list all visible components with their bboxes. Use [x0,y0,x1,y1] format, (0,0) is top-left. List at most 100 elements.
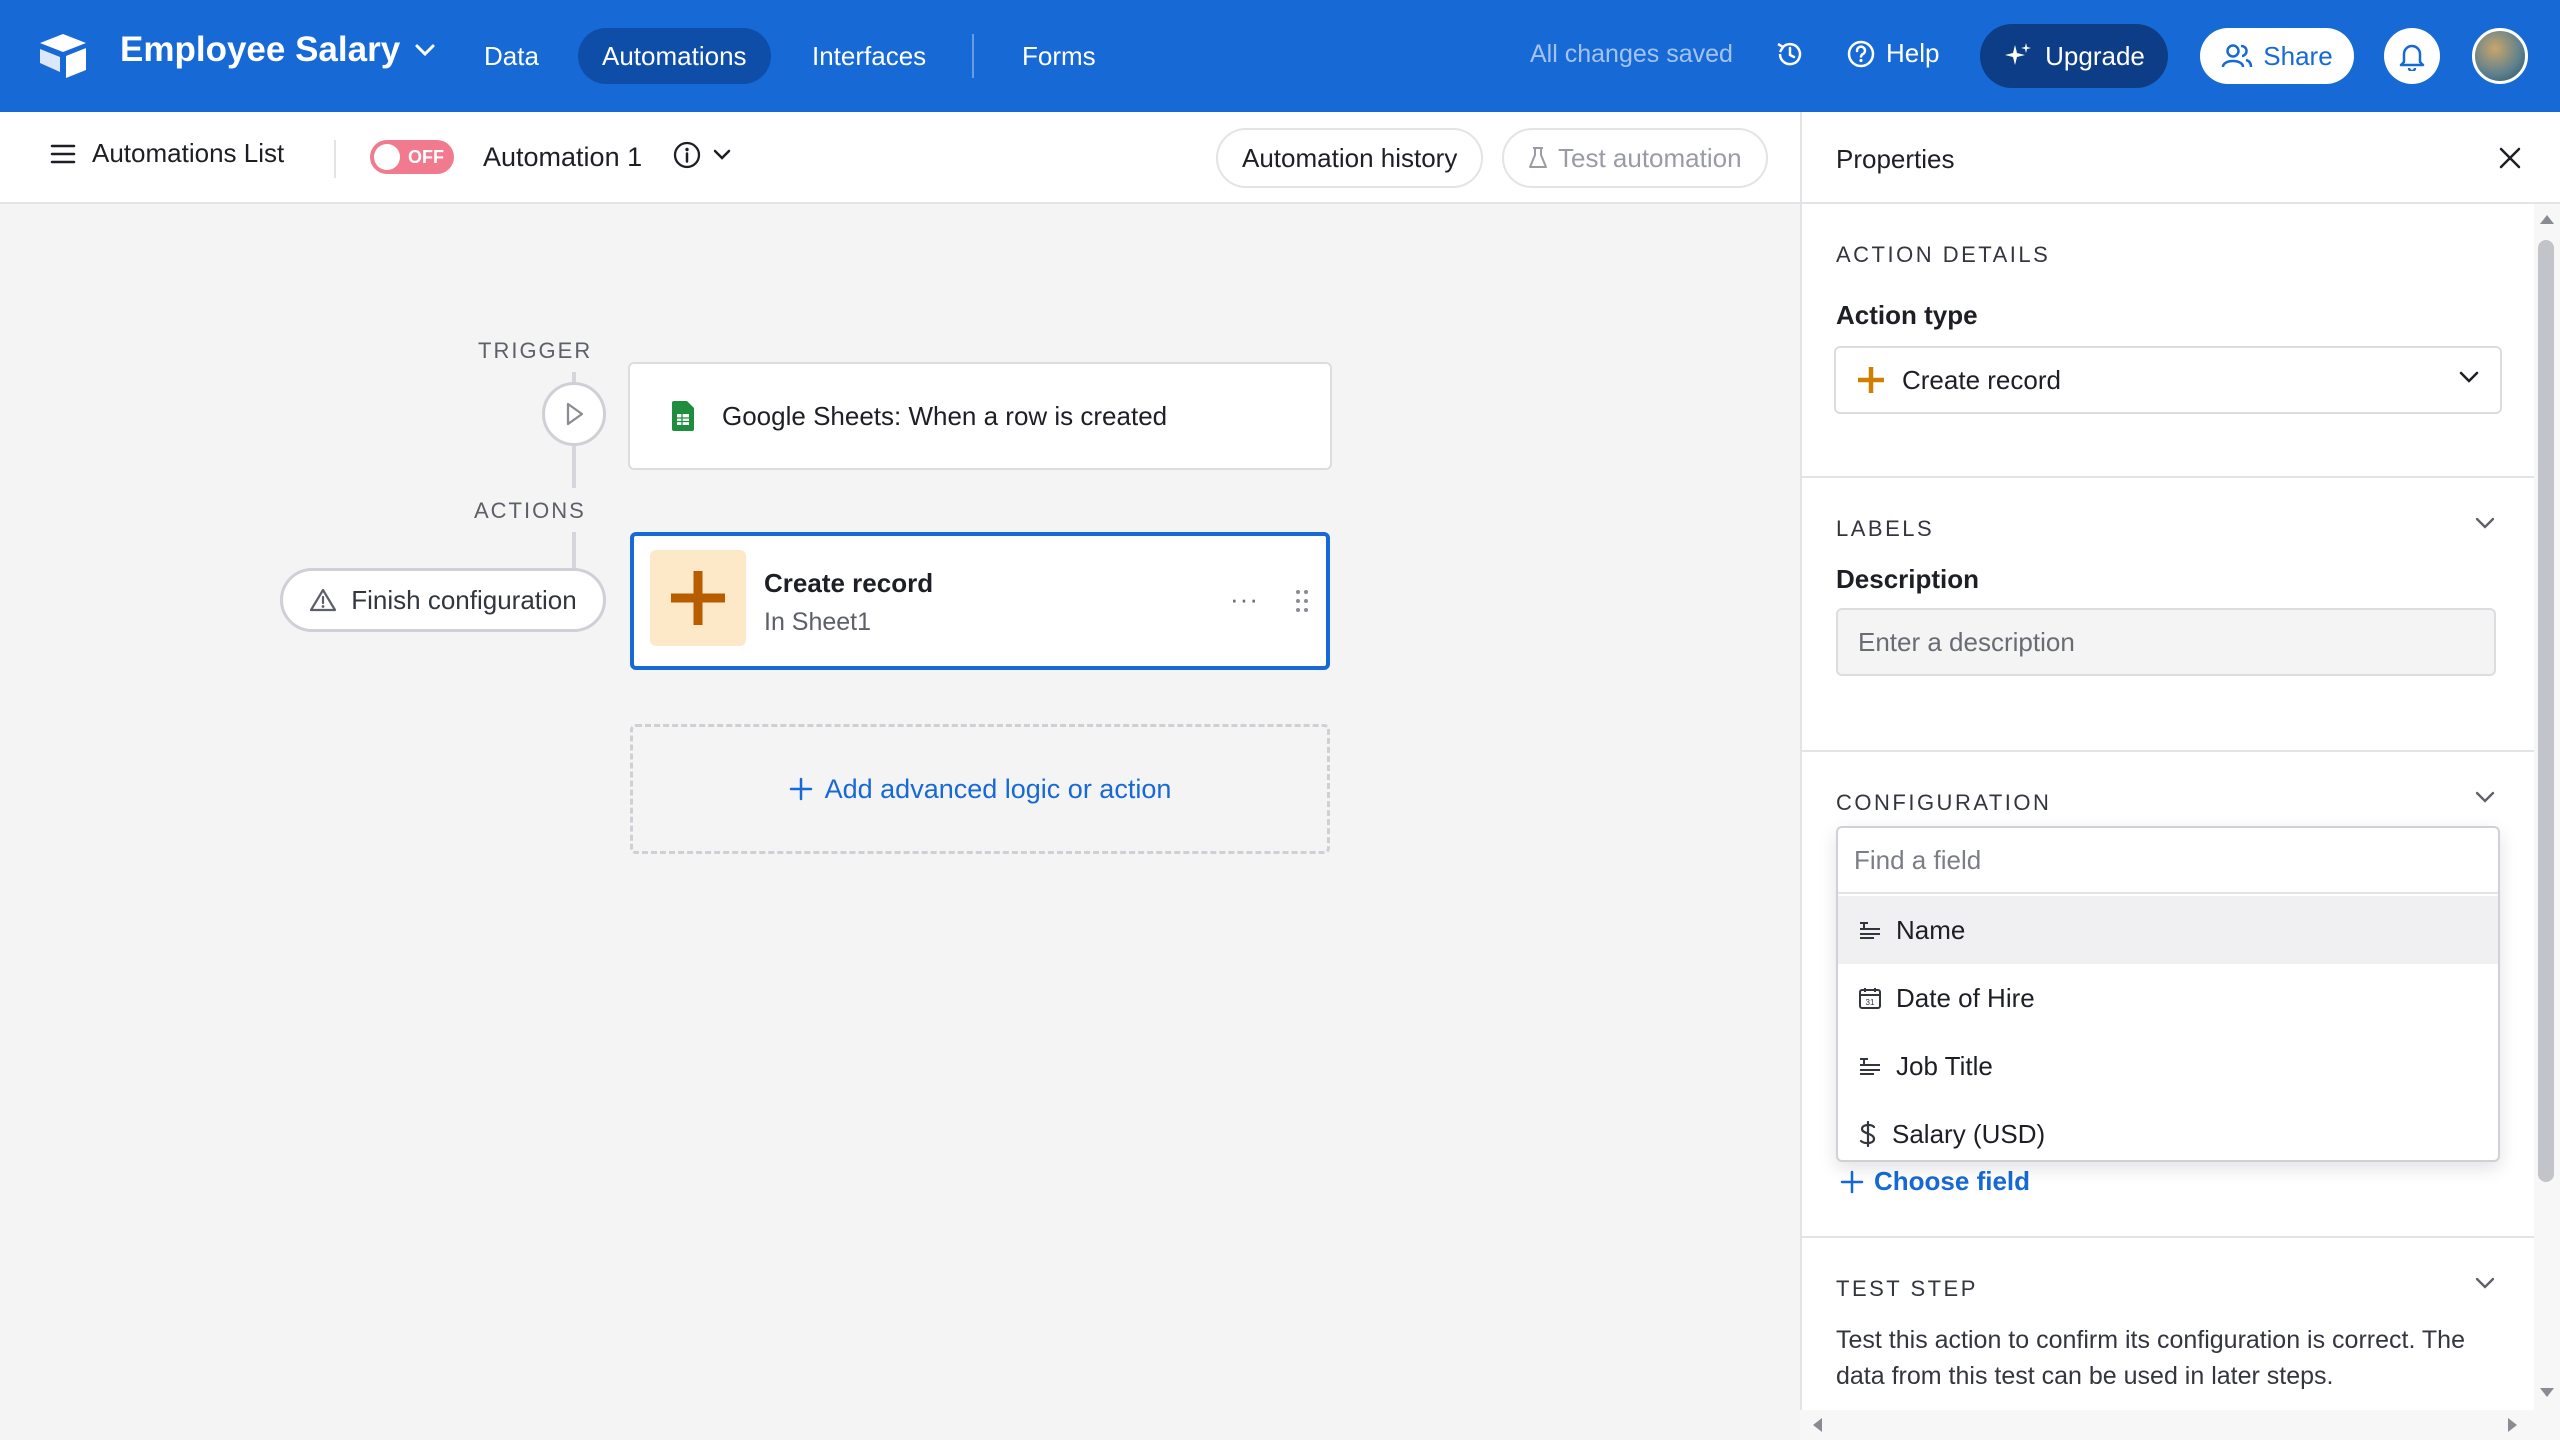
chevron-down-icon[interactable] [2474,1276,2496,1290]
chevron-down-icon [713,149,731,160]
field-option-date-of-hire[interactable]: 31 Date of Hire [1838,964,2498,1032]
nav-divider [972,34,974,78]
actions-section-label: ACTIONS [474,498,586,523]
base-title-menu[interactable]: Employee Salary [120,30,436,70]
add-logic-label: Add advanced logic or action [824,773,1172,804]
automation-info-button[interactable] [672,140,732,170]
bell-icon [2399,44,2425,71]
help-label: Help [1886,38,1940,68]
toolbar-divider [334,140,336,178]
base-title: Employee Salary [120,30,401,69]
field-option-salary[interactable]: Salary (USD) [1838,1100,2498,1168]
field-option-label: Name [1896,914,1966,945]
top-navbar: Employee Salary Data Automations Interfa… [0,0,2560,112]
upgrade-label: Upgrade [2045,40,2145,71]
sparkle-icon [2005,43,2032,65]
close-icon[interactable] [2492,140,2528,176]
description-input[interactable] [1836,608,2496,676]
section-divider [1802,1236,2542,1238]
flow-connector [572,446,576,488]
drag-handle-icon[interactable] [1294,588,1310,614]
panel-title: Properties [1836,144,1955,174]
tab-interfaces[interactable]: Interfaces [788,28,950,84]
trigger-card[interactable]: Google Sheets: When a row is created [628,362,1332,470]
test-step-heading: TEST STEP [1836,1276,1978,1301]
scroll-left-arrow-icon[interactable] [1810,1416,1824,1434]
section-divider [1802,750,2542,752]
trigger-text: Google Sheets: When a row is created [722,400,1168,431]
automation-toggle[interactable]: OFF [370,140,454,174]
finish-configuration-button[interactable]: Finish configuration [280,568,606,632]
description-label: Description [1836,564,1980,594]
app-logo-icon[interactable] [38,32,88,78]
info-icon [673,141,701,169]
scroll-right-arrow-icon[interactable] [2506,1416,2520,1434]
plus-icon [1840,1170,1864,1193]
test-automation-button[interactable]: Test automation [1502,128,1768,188]
tab-data[interactable]: Data [460,28,563,84]
trigger-section-label: TRIGGER [478,338,593,363]
google-sheets-icon [672,401,694,431]
choose-field-button[interactable]: Choose field [1840,1166,2030,1197]
help-button[interactable]: Help [1846,38,1939,69]
automation-canvas: TRIGGER Google Sheets: When a row is cre… [0,204,1800,1440]
automation-history-button[interactable]: Automation history [1216,128,1484,188]
labels-heading: LABELS [1836,516,1935,541]
chevron-down-icon[interactable] [2474,790,2496,804]
user-avatar[interactable] [2472,28,2528,84]
flask-icon [1529,147,1547,168]
flow-connector [572,532,576,568]
plus-icon [671,571,725,625]
scrollbar-thumb[interactable] [2538,240,2554,1182]
finish-configuration-label: Finish configuration [351,584,577,615]
field-option-label: Job Title [1896,1050,1993,1081]
scroll-down-arrow-icon[interactable] [2538,1386,2556,1400]
field-option-label: Salary (USD) [1892,1118,2046,1149]
calendar-icon: 31 [1859,988,1881,1009]
find-field-input[interactable] [1838,828,2498,894]
action-type-label: Action type [1836,300,1978,330]
tab-automations[interactable]: Automations [578,28,771,84]
play-icon [566,402,584,426]
action-type-value: Create record [1902,364,2061,395]
dollar-icon [1859,1121,1876,1147]
add-logic-button[interactable]: Add advanced logic or action [630,724,1330,854]
chevron-down-icon[interactable] [2474,516,2496,530]
create-record-action-card[interactable]: Create record In Sheet1 ··· [630,532,1330,670]
test-step-description: Test this action to confirm its configur… [1836,1326,2465,1390]
toggle-knob [374,144,400,170]
action-title: Create record [764,568,934,598]
tab-forms[interactable]: Forms [998,28,1120,84]
field-option-job-title[interactable]: Job Title [1838,1032,2498,1100]
automations-list-label: Automations List [92,138,285,168]
save-status: All changes saved [1530,40,1733,68]
automations-list-button[interactable]: Automations List [50,138,284,169]
configuration-heading: CONFIGURATION [1836,790,2052,815]
action-subtitle: In Sheet1 [764,608,872,636]
action-details-heading: ACTION DETAILS [1836,242,2051,267]
field-option-name[interactable]: Name [1838,896,2498,964]
warning-icon [310,588,337,612]
more-options-icon[interactable]: ··· [1230,584,1259,615]
scroll-up-arrow-icon[interactable] [2538,212,2556,226]
automation-name[interactable]: Automation 1 [483,142,642,173]
help-icon [1847,40,1875,67]
action-type-select[interactable]: Create record [1834,346,2502,414]
run-trigger-button[interactable] [542,382,606,446]
chevron-down-icon [2459,371,2479,383]
field-option-label: Date of Hire [1896,982,2035,1013]
share-button[interactable]: Share [2200,28,2354,84]
properties-panel: Properties ACTION DETAILS Action type Cr… [1800,112,2560,1440]
section-divider [1802,476,2542,478]
upgrade-button[interactable]: Upgrade [1980,24,2168,88]
notifications-button[interactable] [2384,28,2440,84]
text-field-icon [1860,922,1880,939]
text-field-icon [1860,1058,1880,1075]
svg-text:31: 31 [1866,998,1875,1007]
panel-horizontal-scrollbar[interactable] [1800,1410,2534,1440]
revision-history-icon[interactable] [1774,38,1806,70]
automation-toolbar: Automations List OFF Automation 1 Automa… [0,112,1800,204]
share-label: Share [2263,40,2333,71]
plus-icon [789,777,812,801]
hamburger-menu-icon [50,144,76,163]
